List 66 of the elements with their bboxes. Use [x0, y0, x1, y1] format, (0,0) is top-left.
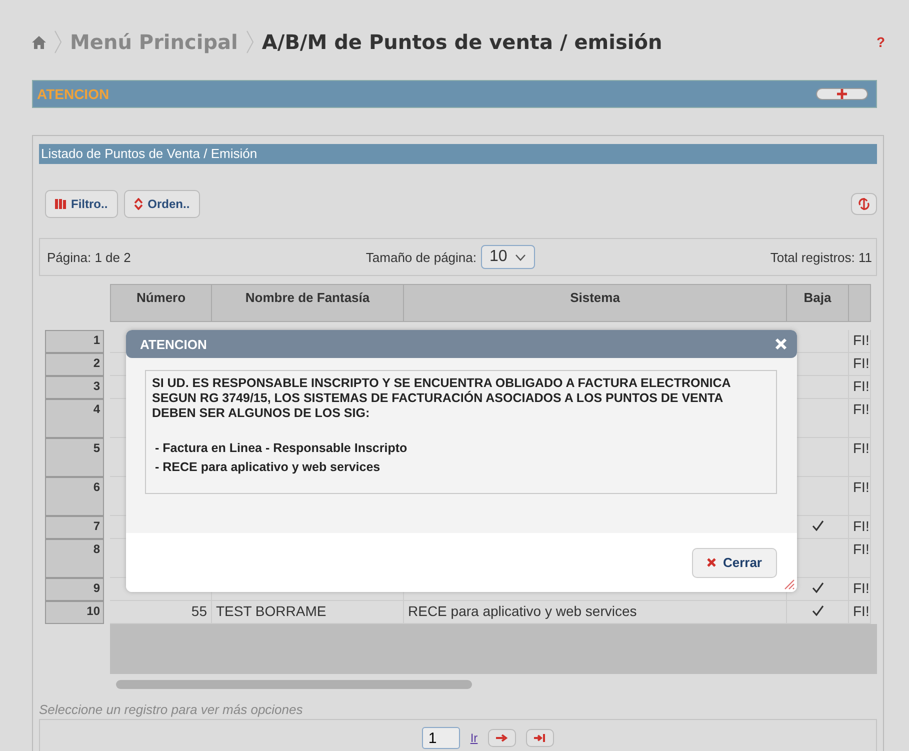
table-cell: FI! — [849, 516, 871, 539]
chevron-separator-icon — [54, 30, 62, 54]
row-number[interactable]: 1 — [45, 330, 104, 353]
row-number[interactable]: 9 — [45, 578, 104, 601]
page-size-select[interactable]: 10 — [480, 245, 536, 269]
breadcrumb-item: A/B/M de Puntos de venta / emisión — [262, 30, 662, 54]
page-indicator: Página: 1 de 2 — [47, 250, 131, 264]
table-cell: FI! — [849, 353, 871, 376]
message-text: SI UD. ES RESPONSABLE INSCRIPTO Y SE ENCUENTRA OBLIGADO A FACTURA ELECTRONICA SEGUN RG 3749/15, LOS SISTEMAS DE FACTURACIÓN ASOCIADOS A LOS PUNTOS DE VENTA DEBEN SER ALGUNOS DE LOS SIG: — [152, 376, 732, 421]
help-link[interactable]: ? — [876, 34, 885, 50]
hint-text: Seleccione un registro para ver más opciones — [39, 702, 304, 717]
check-icon — [812, 582, 824, 593]
next-page-button[interactable] — [488, 729, 516, 747]
table-cell: 55 — [110, 601, 212, 624]
table-cell: FI! — [849, 438, 871, 477]
refresh-button[interactable] — [851, 193, 877, 215]
go-link[interactable]: Ir — [470, 731, 478, 745]
arrow-right-icon — [496, 734, 508, 742]
check-icon — [812, 520, 824, 531]
chevron-down-icon — [515, 254, 526, 260]
sort-button[interactable]: Orden.. — [124, 190, 200, 218]
table-cell: FI! — [849, 578, 871, 601]
notice-title: ATENCION — [37, 86, 110, 102]
chevron-separator-icon — [246, 30, 254, 54]
arrow-to-end-icon — [534, 734, 546, 742]
close-dialog-button[interactable]: Cerrar — [692, 548, 777, 578]
option-item: - RECE para aplicativo y web services — [155, 460, 382, 474]
total-records: Total registros: 11 — [770, 250, 872, 264]
table-cell: FI! — [849, 376, 871, 399]
check-icon — [812, 605, 824, 616]
row-number[interactable]: 6 — [45, 477, 104, 516]
close-button[interactable] — [775, 338, 787, 350]
close-icon — [775, 338, 787, 350]
page-size-label: Tamaño de página: — [366, 250, 476, 264]
plus-icon — [837, 89, 847, 99]
panel-title: Listado de Puntos de Venta / Emisión — [39, 144, 877, 164]
resize-grip-icon[interactable] — [783, 578, 795, 590]
close-icon — [706, 558, 716, 567]
row-number[interactable]: 5 — [45, 438, 104, 477]
table-cell: FI! — [849, 601, 871, 624]
table-cell: RECE para aplicativo y web services — [404, 601, 787, 624]
table-cell: TEST BORRAME — [212, 601, 404, 624]
sort-icon — [134, 198, 143, 210]
row-number[interactable]: 2 — [45, 353, 104, 376]
expand-button[interactable] — [816, 88, 868, 100]
filter-button[interactable]: Filtro.. — [45, 190, 118, 218]
row-number[interactable]: 3 — [45, 376, 104, 399]
row-number[interactable]: 8 — [45, 539, 104, 578]
page-input[interactable]: 1 — [422, 727, 460, 749]
row-number[interactable]: 7 — [45, 516, 104, 539]
column-header[interactable]: Baja — [787, 284, 849, 322]
column-header[interactable]: Número — [110, 284, 212, 322]
table-cell: FI! — [849, 399, 871, 438]
table-cell: FI! — [849, 539, 871, 578]
column-header[interactable]: Nombre de Fantasía — [212, 284, 404, 322]
last-page-button[interactable] — [526, 729, 554, 747]
row-number[interactable]: 10 — [45, 601, 104, 624]
table-cell: FI! — [849, 477, 871, 516]
option-item: - Factura en Linea - Responsable Inscripto — [155, 441, 408, 455]
dialog-title: ATENCION — [140, 336, 207, 352]
table-cell: FI! — [849, 330, 871, 353]
scrollbar-thumb[interactable] — [116, 680, 472, 688]
row-number[interactable]: 4 — [45, 399, 104, 438]
refresh-icon — [858, 198, 870, 210]
column-header[interactable]: Sistema — [404, 284, 787, 322]
home-icon[interactable] — [32, 36, 46, 48]
